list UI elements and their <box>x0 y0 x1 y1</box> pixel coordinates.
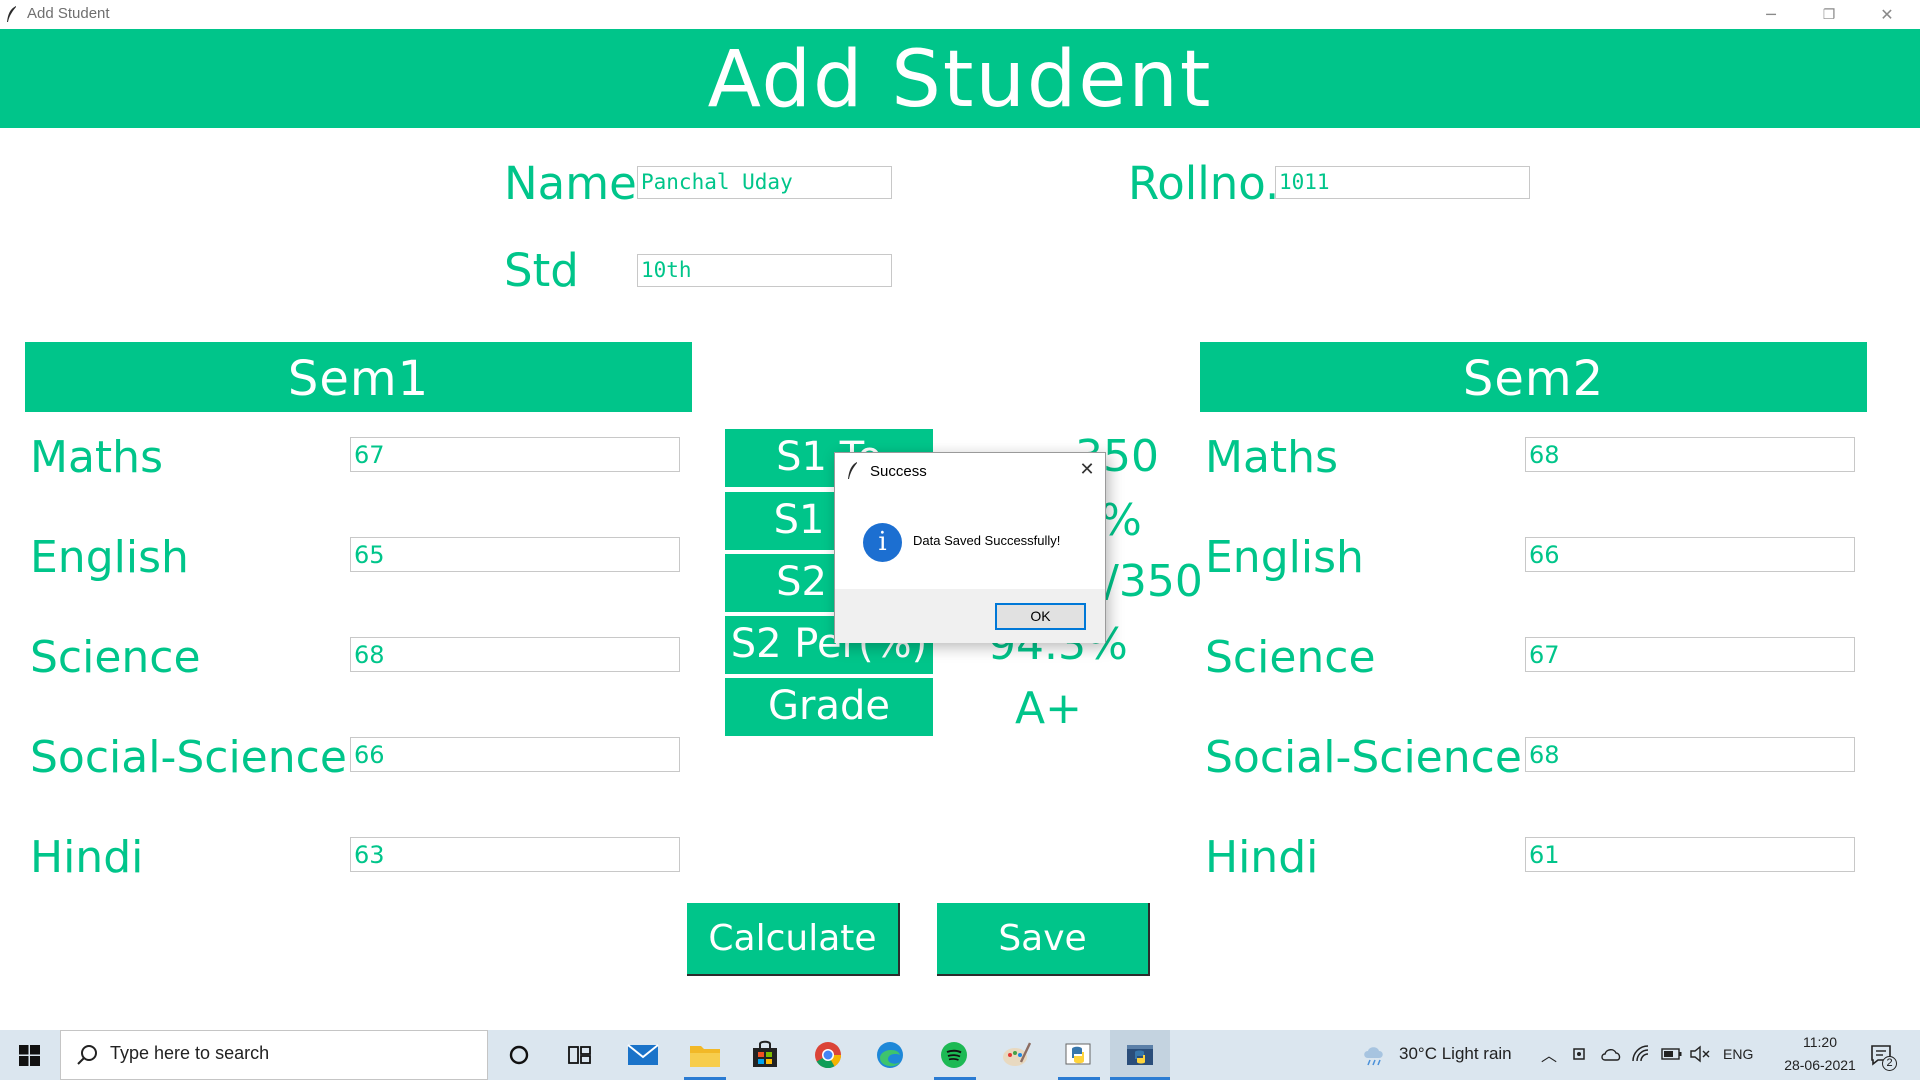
paint-icon[interactable] <box>1001 1040 1031 1070</box>
dialog-message: Data Saved Successfully! <box>913 533 1061 548</box>
wifi-icon[interactable] <box>1632 1045 1650 1063</box>
dialog-close-icon[interactable]: ✕ <box>1075 458 1099 482</box>
sem1-maths-field[interactable]: 67 <box>350 437 680 472</box>
onedrive-icon[interactable] <box>1600 1047 1622 1061</box>
minimize-button[interactable]: ─ <box>1742 0 1800 29</box>
save-button[interactable]: Save <box>937 903 1150 976</box>
sem1-english-label: English <box>30 532 189 583</box>
sem2-maths-field[interactable]: 68 <box>1525 437 1855 472</box>
std-label: Std <box>504 244 579 297</box>
python-app-icon[interactable] <box>1125 1040 1155 1070</box>
chrome-icon[interactable] <box>814 1041 842 1069</box>
success-dialog: Success ✕ i Data Saved Successfully! OK <box>834 452 1106 643</box>
sem2-hindi-label: Hindi <box>1205 832 1319 883</box>
page-title: Add Student <box>0 29 1920 128</box>
clock-time[interactable]: 11:20 <box>1790 1034 1850 1050</box>
sem1-english-field[interactable]: 65 <box>350 537 680 572</box>
name-label: Name <box>504 157 637 210</box>
sem1-social-science-label: Social-Science <box>30 732 347 783</box>
sem2-header: Sem2 <box>1200 342 1867 412</box>
sem2-maths-label: Maths <box>1205 432 1338 483</box>
dialog-ok-button[interactable]: OK <box>995 603 1086 630</box>
notification-count-badge: 2 <box>1882 1056 1897 1071</box>
volume-muted-icon[interactable] <box>1690 1045 1710 1063</box>
feather-icon <box>848 462 857 479</box>
window-title: Add Student <box>27 5 110 22</box>
info-icon: i <box>863 523 902 562</box>
sem1-science-label: Science <box>30 632 201 683</box>
window-titlebar: Add Student ─ ❐ ✕ <box>0 0 1920 29</box>
s1-percent-value: % <box>1100 495 1142 546</box>
sem1-science-field[interactable]: 68 <box>350 637 680 672</box>
name-field[interactable]: Panchal Uday <box>637 166 892 199</box>
task-view-icon[interactable] <box>568 1044 592 1066</box>
language-indicator[interactable]: ENG <box>1723 1046 1753 1062</box>
chevron-up-icon[interactable]: ︿ <box>1541 1042 1557 1066</box>
close-button[interactable]: ✕ <box>1858 0 1916 29</box>
meet-now-icon[interactable] <box>1572 1045 1588 1063</box>
sem1-hindi-field[interactable]: 63 <box>350 837 680 872</box>
python-idle-icon[interactable] <box>1063 1040 1093 1070</box>
grade-label: Grade <box>725 678 933 736</box>
restore-button[interactable]: ❐ <box>1800 0 1858 29</box>
sem2-science-label: Science <box>1205 632 1376 683</box>
spotify-icon[interactable] <box>940 1041 968 1069</box>
weather-rain-icon[interactable] <box>1362 1044 1388 1066</box>
feather-icon <box>7 6 16 22</box>
battery-icon[interactable] <box>1661 1047 1683 1061</box>
s2-total-value: /350 <box>1104 556 1203 607</box>
sem1-header: Sem1 <box>25 342 692 412</box>
store-icon[interactable] <box>751 1040 779 1068</box>
cortana-icon[interactable] <box>508 1044 530 1066</box>
rollno-field[interactable]: 1011 <box>1275 166 1530 199</box>
std-field[interactable]: 10th <box>637 254 892 287</box>
sem2-social-science-label: Social-Science <box>1205 732 1522 783</box>
grade-value: A+ <box>1015 683 1082 734</box>
file-explorer-icon[interactable] <box>689 1042 721 1068</box>
sem2-english-field[interactable]: 66 <box>1525 537 1855 572</box>
calculate-button[interactable]: Calculate <box>687 903 900 976</box>
dialog-title: Success <box>870 463 927 480</box>
sem1-hindi-label: Hindi <box>30 832 144 883</box>
weather-text[interactable]: 30°C Light rain <box>1399 1044 1512 1064</box>
sem1-maths-label: Maths <box>30 432 163 483</box>
taskbar-search-placeholder: Type here to search <box>110 1043 270 1063</box>
sem1-social-science-field[interactable]: 66 <box>350 737 680 772</box>
rollno-label: Rollno. <box>1128 157 1280 210</box>
clock-date[interactable]: 28-06-2021 <box>1768 1057 1872 1073</box>
sem2-social-science-field[interactable]: 68 <box>1525 737 1855 772</box>
edge-icon[interactable] <box>876 1041 904 1069</box>
sem2-english-label: English <box>1205 532 1364 583</box>
search-icon <box>77 1045 97 1065</box>
sem2-science-field[interactable]: 67 <box>1525 637 1855 672</box>
windows-start-icon[interactable] <box>19 1045 40 1066</box>
sem2-hindi-field[interactable]: 61 <box>1525 837 1855 872</box>
mail-icon[interactable] <box>627 1043 659 1067</box>
